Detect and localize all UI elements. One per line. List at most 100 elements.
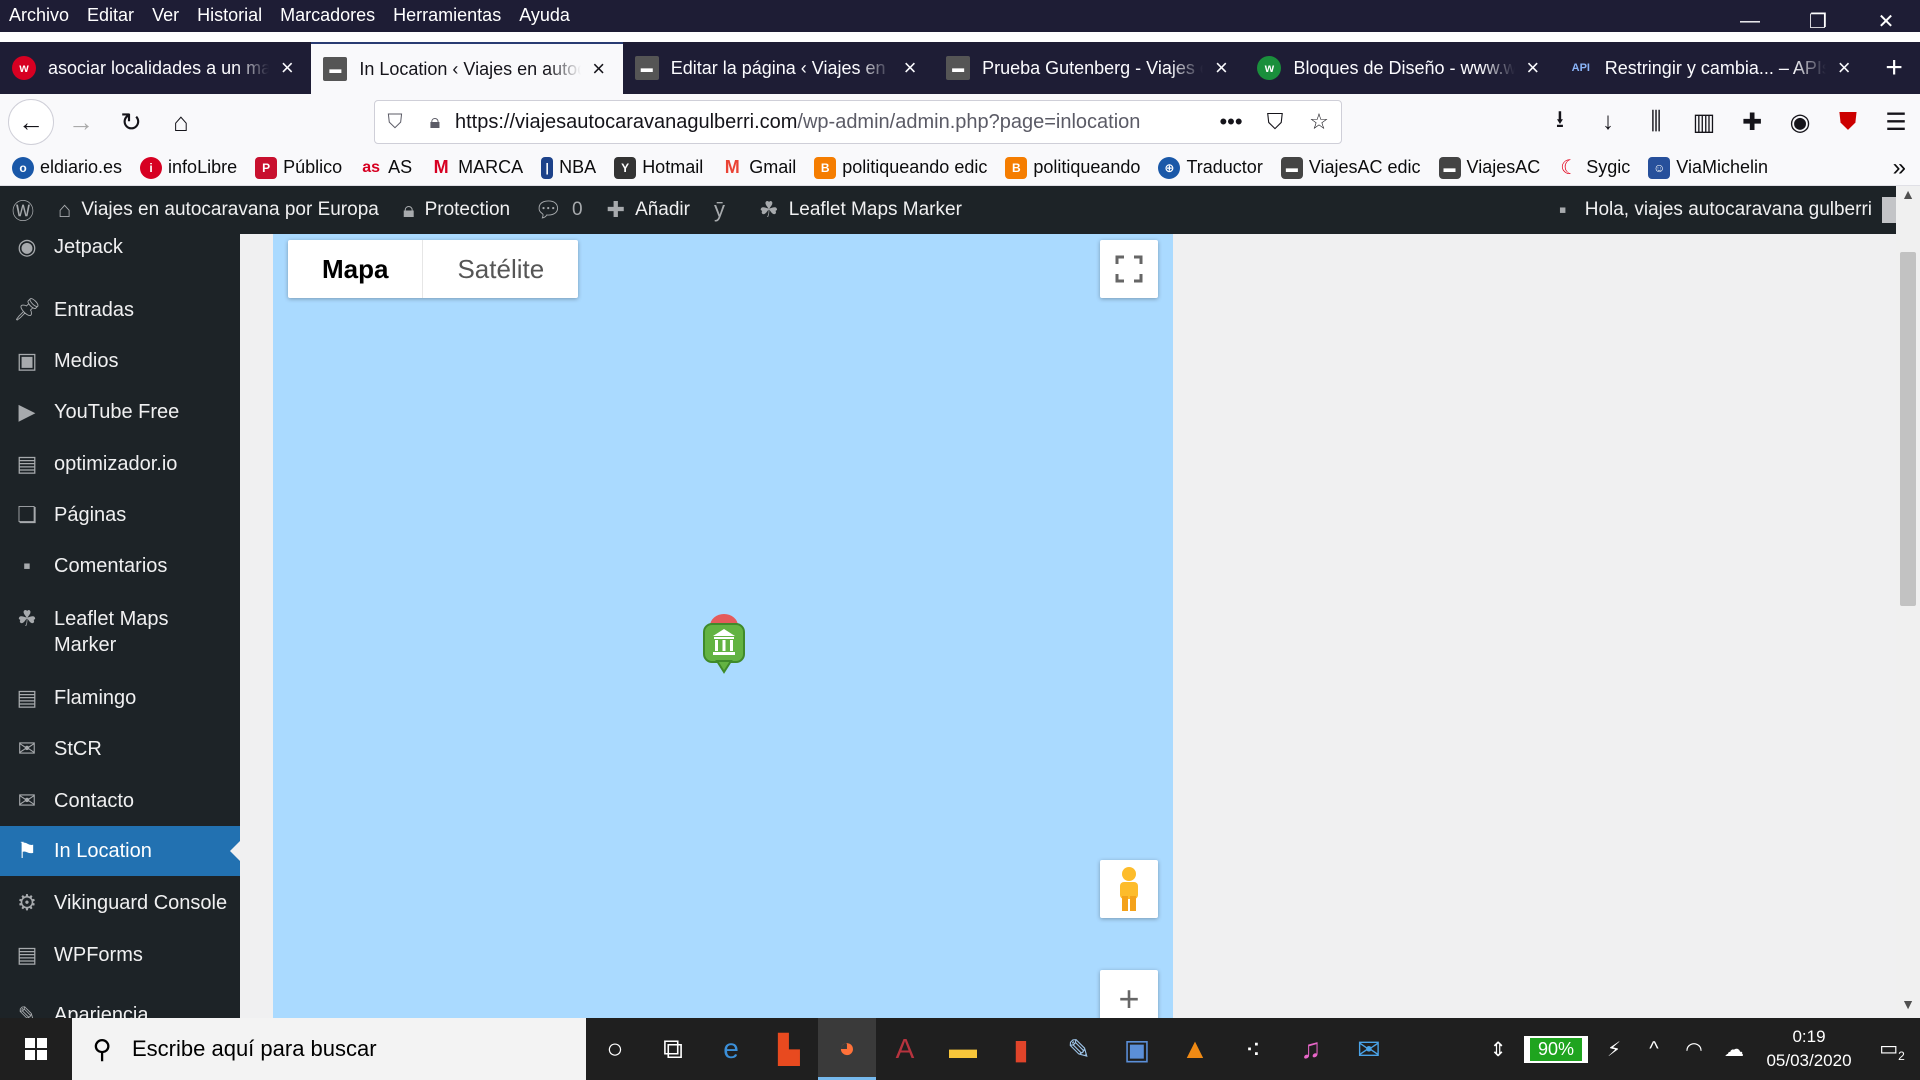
scroll-down-arrow-icon[interactable]: ▼ (1896, 996, 1920, 1018)
battery-indicator[interactable]: 90% (1523, 1035, 1588, 1063)
sidebar-item-jetpack[interactable]: ◉ Jetpack (0, 234, 240, 260)
firefox-icon[interactable]: ◕ (818, 1018, 876, 1080)
bookmark-hotmail[interactable]: Y Hotmail (614, 156, 703, 179)
access-icon[interactable]: A (876, 1018, 934, 1080)
minimize-icon[interactable]: — (1716, 0, 1784, 42)
sidebar-item-medios[interactable]: ▣ Medios (0, 348, 240, 374)
bookmark-eldiario[interactable]: o eldiario.es (12, 156, 122, 179)
museum-marker-icon[interactable] (702, 614, 746, 674)
bookmark-viajesac[interactable]: ▬ ViajesAC (1438, 156, 1540, 179)
fullscreen-button[interactable] (1100, 240, 1158, 298)
wp-logo-menu[interactable]: Ⓦ (0, 186, 46, 234)
sidebar-item-vikinguard[interactable]: ⚙ Vikinguard Console (0, 890, 240, 916)
shield-icon[interactable]: ⛉ (375, 111, 415, 134)
sidebar-item-in-location[interactable]: ⚑ In Location (0, 826, 240, 876)
tab-3[interactable]: ▬ Prueba Gutenberg - Viajes en autocarav… (934, 42, 1245, 94)
bookmark-as[interactable]: as AS (360, 157, 412, 179)
tab-close-icon[interactable]: × (275, 55, 299, 81)
forward-button[interactable]: → (58, 99, 104, 145)
menu-historial[interactable]: Historial (188, 0, 271, 30)
menu-hamburger-icon[interactable]: ☰ (1872, 99, 1920, 145)
onedrive-icon[interactable]: ☁ (1714, 1037, 1754, 1062)
sidebar-item-wpforms[interactable]: ▤ WPForms (0, 942, 240, 968)
cortana-icon[interactable]: ○ (586, 1018, 644, 1080)
bookmark-traductor[interactable]: ⊕ Traductor (1158, 156, 1263, 179)
sidebar-item-leaflet[interactable]: ☘ Leaflet Maps Marker (0, 606, 200, 658)
file-explorer-icon[interactable]: ▬ (934, 1018, 992, 1080)
protection-menu[interactable]: 🔒︎ Protection (391, 186, 522, 234)
google-map[interactable]: Mapa Satélite + (273, 234, 1173, 1018)
edge-icon[interactable]: e (702, 1018, 760, 1080)
restore-icon[interactable]: ❐ (1784, 0, 1852, 42)
start-button[interactable] (0, 1018, 72, 1080)
yoast-menu[interactable]: ȳ (702, 186, 747, 234)
lock-icon[interactable]: 🔒︎ (415, 111, 455, 134)
bookmark-politiqueando[interactable]: Bpolitiqueando (1005, 156, 1140, 179)
sidebar-item-contacto[interactable]: ✉ Contacto (0, 788, 240, 814)
menu-editar[interactable]: Editar (78, 0, 143, 30)
menu-ver[interactable]: Ver (143, 0, 188, 30)
tidal-icon[interactable]: ⁖ (1224, 1018, 1282, 1080)
url-bar[interactable]: ⛉ 🔒︎ https://viajesautocaravanagulberri.… (374, 100, 1342, 144)
bookmark-publico[interactable]: P Público (255, 156, 342, 179)
add-new-menu[interactable]: ✚ Añadir (595, 186, 702, 234)
menu-ayuda[interactable]: Ayuda (510, 0, 579, 30)
tab-4[interactable]: w Bloques de Diseño - www.wpbeginner × (1245, 42, 1556, 94)
map-type-mapa-button[interactable]: Mapa (288, 240, 424, 298)
sidebar-item-youtube[interactable]: ▶ YouTube Free (0, 399, 240, 425)
office-icon[interactable]: ▙ (760, 1018, 818, 1080)
account-icon[interactable]: ◉ (1776, 99, 1824, 145)
tab-5[interactable]: API Restringir y cambia... – APIs × (1557, 42, 1868, 94)
menu-archivo[interactable]: Archivo (0, 0, 78, 30)
sidebar-item-apariencia[interactable]: ✎ Apariencia (0, 1002, 240, 1018)
bookmark-star-icon[interactable]: ☆ (1297, 109, 1341, 135)
tab-close-icon[interactable]: × (1209, 55, 1233, 81)
bookmark-politiqueando-edic[interactable]: Bpolitiqueando edic (814, 156, 987, 179)
sidebar-item-optimizador[interactable]: ▤ optimizador.io (0, 451, 240, 477)
menu-marcadores[interactable]: Marcadores (271, 0, 384, 30)
notification-icon[interactable]: ▪ (1559, 197, 1567, 223)
sidebar-item-comentarios[interactable]: ▪ Comentarios (0, 553, 240, 579)
sidebar-item-paginas[interactable]: ❏ Páginas (0, 502, 240, 528)
library-icon[interactable]: ⫼ (1632, 99, 1680, 145)
bookmark-viamichelin[interactable]: ☺ ViaMichelin (1648, 156, 1768, 179)
new-tab-button[interactable]: + (1868, 42, 1920, 94)
taskbar-search-box[interactable]: ⚲ Escribe aquí para buscar (72, 1018, 586, 1080)
tab-2[interactable]: ▬ Editar la página ‹ Viajes en autocarav… (623, 42, 934, 94)
comments-menu[interactable]: 💬︎ 0 (522, 186, 595, 234)
task-view-icon[interactable]: ⧉ (644, 1018, 702, 1080)
paint-icon[interactable]: ✎ (1050, 1018, 1108, 1080)
wifi-icon[interactable]: ◠ (1674, 1037, 1714, 1062)
site-name-menu[interactable]: ⌂ Viajes en autocaravana por Europa (46, 186, 391, 234)
back-button[interactable]: ← (8, 99, 54, 145)
tab-close-icon[interactable]: × (587, 56, 611, 82)
download-arrow-icon[interactable]: ↓ (1584, 99, 1632, 145)
sidebar-item-flamingo[interactable]: ▤ Flamingo (0, 685, 240, 711)
bookmark-marca[interactable]: M MARCA (430, 157, 524, 179)
app-blue-icon[interactable]: ▣ (1108, 1018, 1166, 1080)
zoom-in-button[interactable]: + (1100, 970, 1158, 1018)
mail-icon[interactable]: ✉ (1340, 1018, 1398, 1080)
bookmark-nba[interactable]: | NBA (541, 156, 596, 179)
extensions-icon[interactable]: ✚ (1728, 99, 1776, 145)
reload-button[interactable]: ↻ (108, 99, 154, 145)
taskbar-clock[interactable]: 0:19 05/03/2020 (1754, 1025, 1864, 1073)
bookmark-sygic[interactable]: ☾ Sygic (1558, 157, 1630, 179)
menu-herramientas[interactable]: Herramientas (384, 0, 510, 30)
leaflet-menu[interactable]: ☘ Leaflet Maps Marker (747, 186, 974, 234)
scroll-thumb[interactable] (1900, 252, 1916, 606)
bookmark-infolibre[interactable]: i infoLibre (140, 156, 237, 179)
sidebar-item-entradas[interactable]: 📌︎ Entradas (0, 297, 240, 323)
pocket-icon[interactable]: ⛉ (1253, 109, 1297, 135)
vlc-icon[interactable]: ▲ (1166, 1018, 1224, 1080)
page-scrollbar[interactable]: ▲ ▼ (1896, 186, 1920, 1018)
bookmark-viajesac-edic[interactable]: ▬ ViajesAC edic (1280, 156, 1421, 179)
downloads-icon[interactable]: ⭳ (1536, 99, 1584, 145)
ublock-icon[interactable]: ⛊ (1824, 99, 1872, 145)
tab-1[interactable]: ▬ In Location ‹ Viajes en autocaravana × (311, 42, 623, 94)
show-hidden-icons-chevron-up-icon[interactable]: ^ (1634, 1038, 1674, 1061)
tray-scroll-arrows-icon[interactable]: ⇕ (1478, 1037, 1518, 1062)
bookmarks-overflow-icon[interactable]: » (1893, 154, 1906, 182)
tab-close-icon[interactable]: × (1832, 55, 1856, 81)
tab-close-icon[interactable]: × (898, 55, 922, 81)
